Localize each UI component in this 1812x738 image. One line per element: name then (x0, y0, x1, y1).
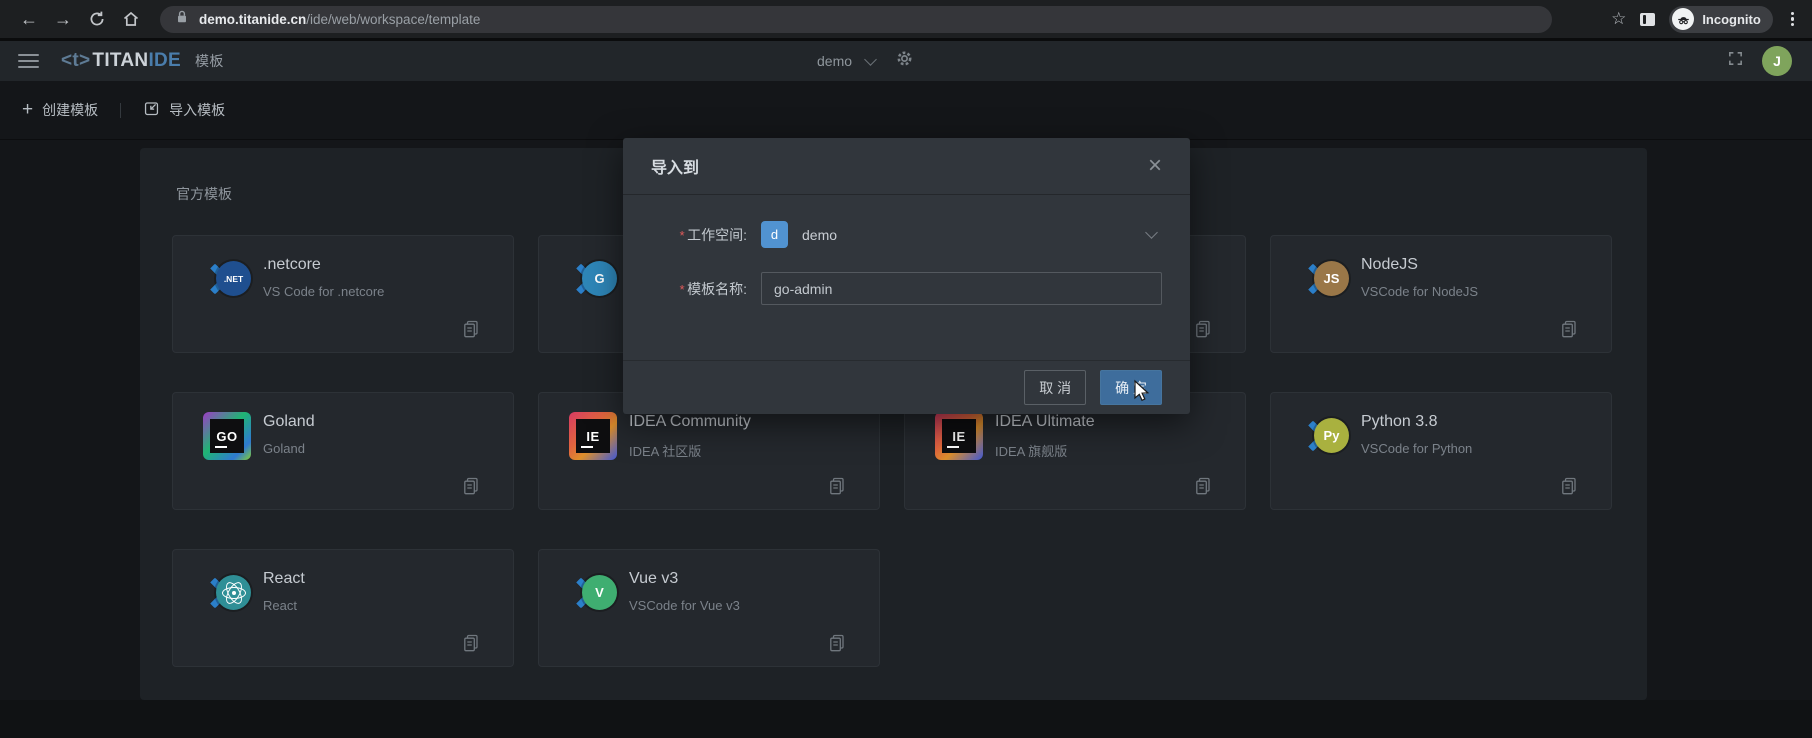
workspace-field-row: *工作空间: d demo (651, 221, 1162, 248)
import-template-label: 导入模板 (169, 100, 225, 120)
card-title: React (263, 570, 305, 588)
duplicate-template-icon[interactable] (1193, 319, 1213, 344)
chevron-down-icon (864, 53, 877, 66)
url-text: demo.titanide.cn/ide/web/workspace/templ… (199, 12, 480, 27)
workspace-selector-value: demo (817, 53, 852, 69)
card-subtitle: VSCode for Vue v3 (629, 598, 740, 613)
card-title: Vue v3 (629, 570, 678, 588)
import-icon (143, 100, 160, 120)
template-card-react[interactable]: React React (172, 549, 514, 667)
duplicate-template-icon[interactable] (1193, 476, 1213, 501)
template-card-netcore[interactable]: .NET .netcore VS Code for .netcore (172, 235, 514, 353)
template-name-label: *模板名称: (651, 279, 747, 299)
lock-icon (174, 8, 190, 30)
mouse-cursor (1130, 379, 1152, 408)
settings-gear-icon[interactable] (895, 49, 914, 73)
duplicate-template-icon[interactable] (827, 633, 847, 658)
card-title: IDEA Ultimate (995, 413, 1095, 431)
card-subtitle: IDEA 社区版 (629, 441, 701, 460)
forward-icon[interactable]: → (48, 4, 78, 34)
idea-icon: IE (935, 412, 983, 460)
template-card-python38[interactable]: Py Python 3.8 VSCode for Python (1270, 392, 1612, 510)
toolbar-divider (120, 103, 121, 118)
chrome-right-controls: ☆ Incognito (1611, 6, 1798, 33)
import-template-button[interactable]: 导入模板 (143, 100, 225, 120)
card-subtitle: Goland (263, 441, 305, 456)
workspace-badge: d (761, 221, 788, 248)
screen: ← → demo.titanide.cn/ide/web/workspace/t… (0, 0, 1812, 738)
modal-body: *工作空间: d demo *模板名称: (623, 195, 1190, 305)
browser-menu-icon[interactable] (1787, 12, 1798, 27)
page-title: 模板 (195, 51, 224, 71)
duplicate-template-icon[interactable] (461, 319, 481, 344)
modal-title: 导入到 (651, 154, 699, 178)
template-card-nodejs[interactable]: JS NodeJS VSCode for NodeJS (1270, 235, 1612, 353)
template-card-vue-v3[interactable]: V Vue v3 VSCode for Vue v3 (538, 549, 880, 667)
duplicate-template-icon[interactable] (461, 633, 481, 658)
duplicate-template-icon[interactable] (1559, 476, 1579, 501)
required-mark: * (679, 228, 684, 243)
create-template-label: 创建模板 (42, 100, 98, 120)
home-icon[interactable] (116, 4, 146, 34)
app-logo[interactable]: <t> TITAN IDE 模板 (61, 50, 224, 72)
url-path: /ide/web/workspace/template (306, 12, 480, 27)
logo-name: TITAN (92, 50, 148, 72)
modal-header: 导入到 × (623, 138, 1190, 195)
url-domain: demo.titanide.cn (199, 12, 306, 27)
vscode-dotnet-icon: .NET (203, 255, 251, 303)
workspace-selector[interactable]: demo (817, 53, 875, 69)
section-title: 官方模板 (176, 184, 232, 204)
goland-icon: GO (203, 412, 251, 460)
card-title: Goland (263, 413, 315, 431)
template-toolbar: + 创建模板 导入模板 (0, 81, 1812, 140)
workspace-field-label: *工作空间: (651, 225, 747, 245)
side-panel-icon[interactable] (1640, 13, 1655, 26)
card-title: Python 3.8 (1361, 413, 1438, 431)
bookmark-star-icon[interactable]: ☆ (1611, 9, 1626, 29)
plus-icon: + (22, 103, 33, 117)
template-card-goland[interactable]: GO Goland Goland (172, 392, 514, 510)
card-title: NodeJS (1361, 256, 1418, 274)
page-footer-strip (0, 700, 1812, 738)
reload-icon[interactable] (82, 4, 112, 34)
duplicate-template-icon[interactable] (1559, 319, 1579, 344)
card-subtitle: VSCode for NodeJS (1361, 284, 1478, 299)
template-name-field-row: *模板名称: (651, 272, 1162, 305)
card-subtitle: React (263, 598, 297, 613)
incognito-label: Incognito (1702, 12, 1761, 27)
duplicate-template-icon[interactable] (827, 476, 847, 501)
modal-footer: 取 消 确 定 (623, 360, 1190, 414)
card-title: .netcore (263, 256, 321, 274)
cancel-button[interactable]: 取 消 (1024, 370, 1086, 405)
card-subtitle: IDEA 旗舰版 (995, 441, 1067, 460)
logo-suffix: IDE (148, 50, 181, 72)
vscode-vue-icon: V (569, 569, 617, 617)
card-subtitle: VS Code for .netcore (263, 284, 384, 299)
duplicate-template-icon[interactable] (461, 476, 481, 501)
import-modal: 导入到 × *工作空间: d demo *模板名称: 取 消 确 定 (623, 138, 1190, 414)
idea-icon: IE (569, 412, 617, 460)
create-template-button[interactable]: + 创建模板 (22, 100, 98, 120)
vscode-nodejs-icon: JS (1301, 255, 1349, 303)
vscode-go-icon: G (569, 255, 617, 303)
browser-chrome: ← → demo.titanide.cn/ide/web/workspace/t… (0, 0, 1812, 38)
app-header: <t> TITAN IDE 模板 demo J (0, 41, 1812, 81)
menu-hamburger-icon[interactable] (12, 48, 45, 74)
url-bar[interactable]: demo.titanide.cn/ide/web/workspace/templ… (160, 6, 1552, 33)
card-title: IDEA Community (629, 413, 751, 431)
vscode-python-icon: Py (1301, 412, 1349, 460)
select-chevron-down-icon[interactable] (1145, 226, 1158, 239)
vscode-react-icon (203, 569, 251, 617)
logo-angle-mark: <t> (61, 50, 90, 72)
workspace-select-value[interactable]: demo (802, 227, 837, 243)
incognito-badge: Incognito (1669, 6, 1773, 33)
incognito-icon (1672, 8, 1694, 30)
template-name-input[interactable] (761, 272, 1162, 305)
close-icon[interactable]: × (1148, 156, 1162, 176)
back-icon[interactable]: ← (14, 4, 44, 34)
fullscreen-icon[interactable] (1727, 50, 1744, 72)
user-avatar[interactable]: J (1762, 46, 1792, 76)
required-mark: * (679, 282, 684, 297)
card-subtitle: VSCode for Python (1361, 441, 1472, 456)
